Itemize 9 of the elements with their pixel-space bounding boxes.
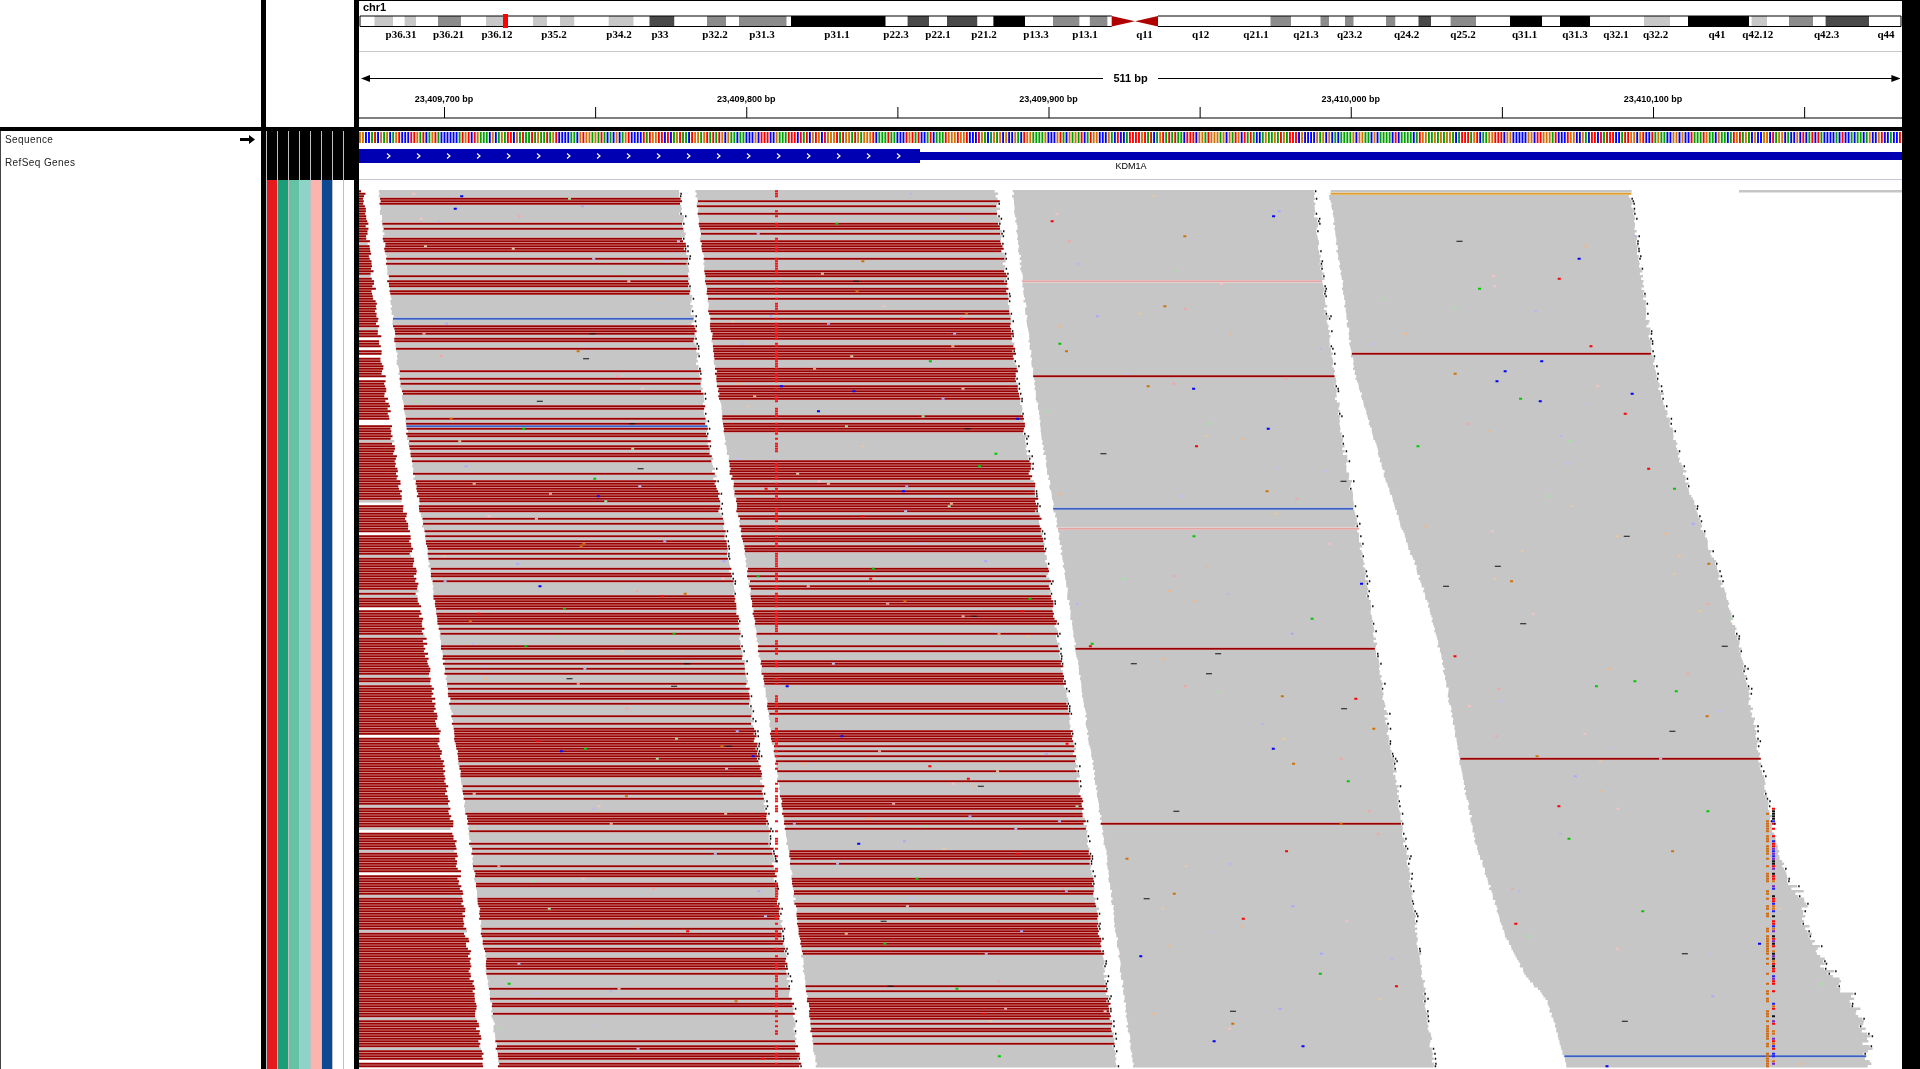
right-arrow-icon[interactable] [240,135,255,144]
attribute-cell [300,148,310,180]
track-name[interactable]: Sequence [5,133,54,146]
attribute-cell [333,148,343,180]
attribute-cell [278,148,288,180]
attribute-cell [289,148,299,180]
attribute-cell [311,148,321,180]
track-name[interactable]: RefSeq Genes [5,157,76,169]
attribute-cell [322,148,332,180]
